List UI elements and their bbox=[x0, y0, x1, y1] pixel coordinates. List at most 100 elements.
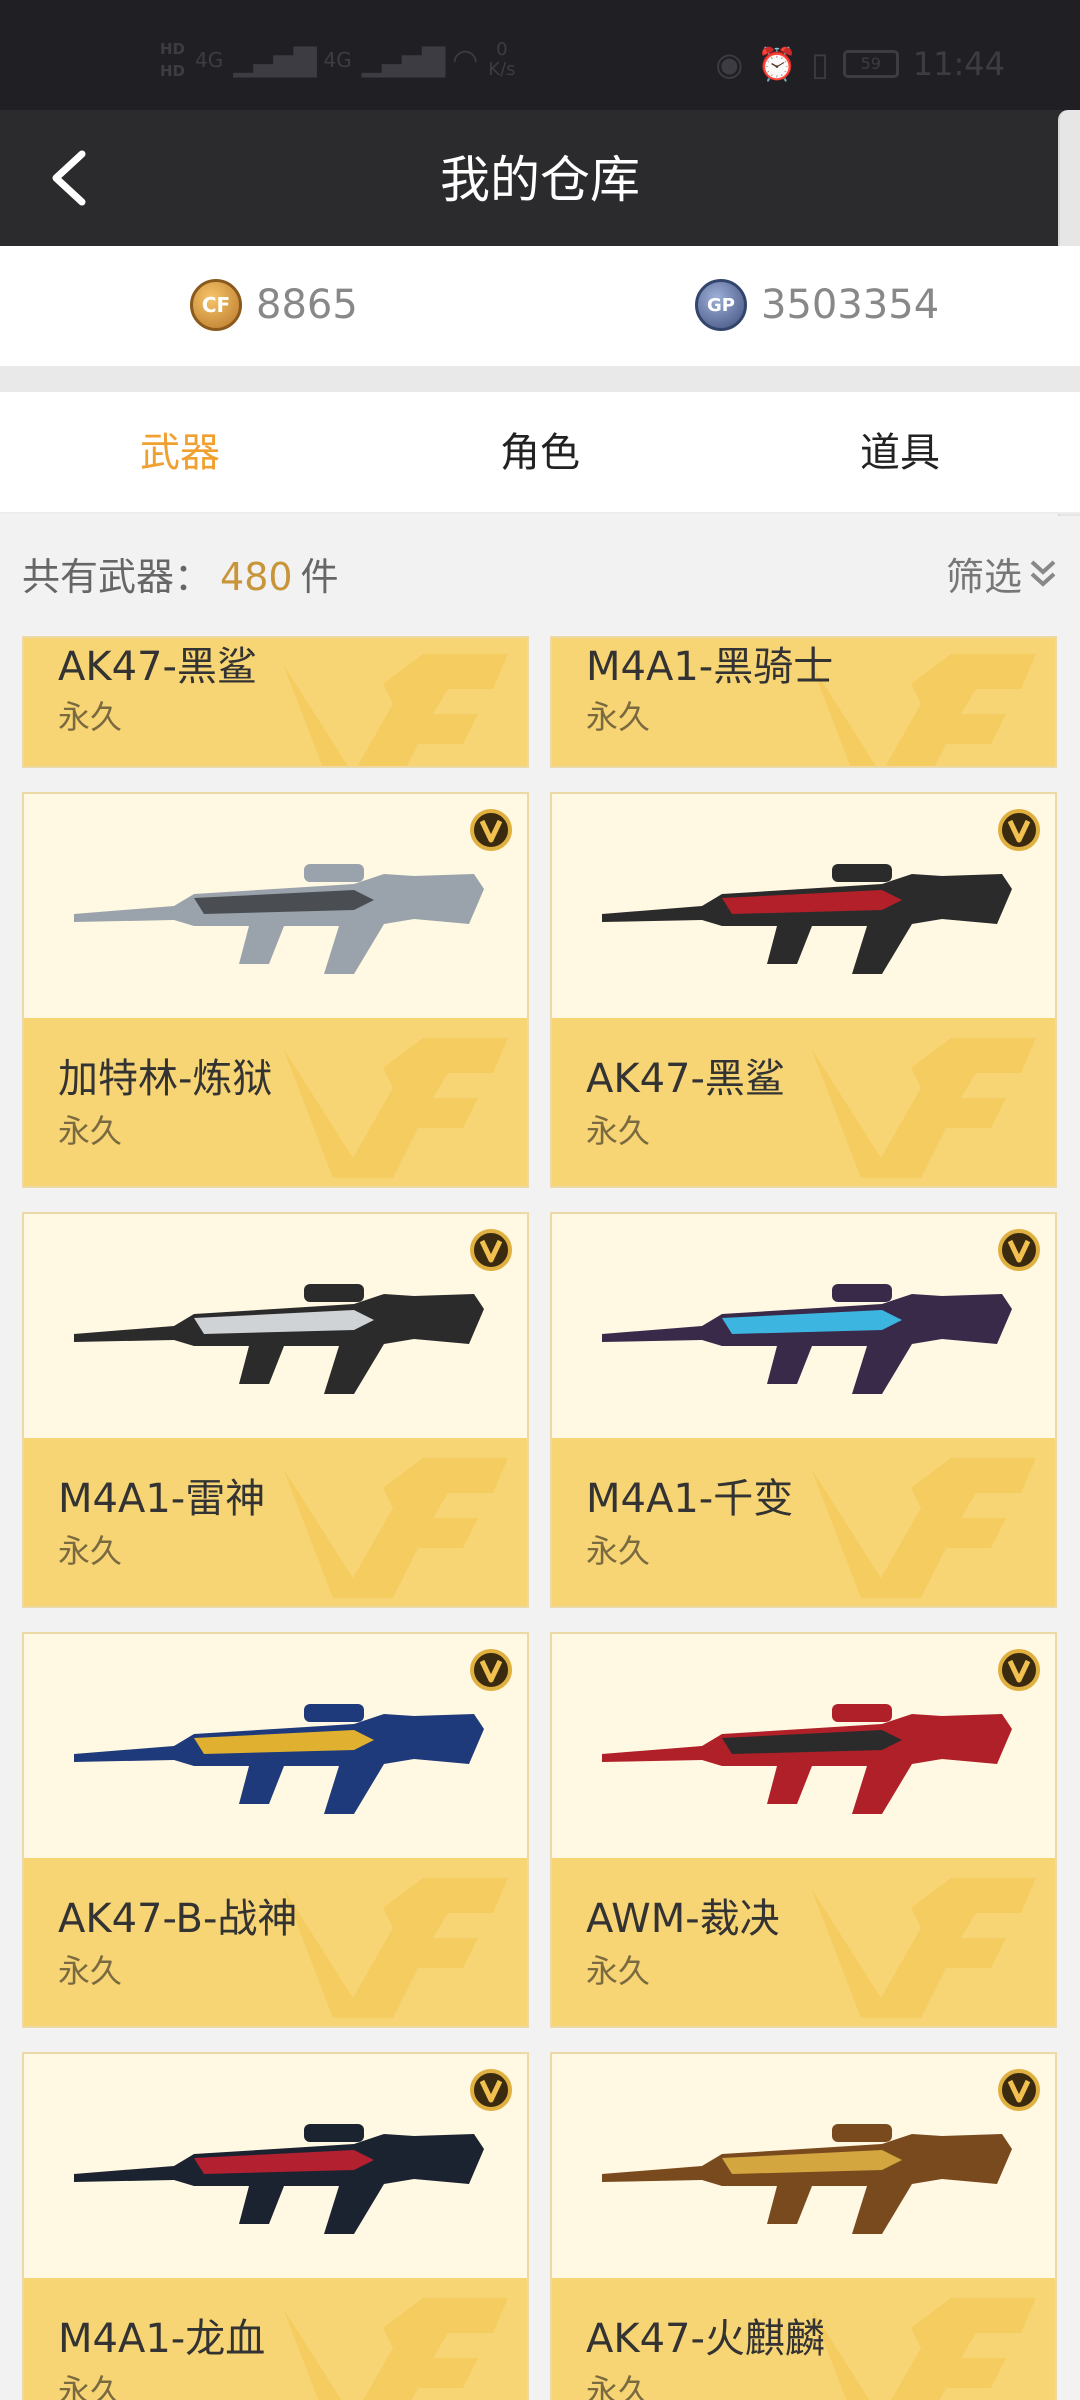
card-image-area bbox=[552, 2054, 1055, 2282]
weapon-name: AK47-B-战神 bbox=[58, 1896, 298, 1942]
card-info: M4A1-千变 永久 bbox=[552, 1438, 1055, 1606]
weapon-card[interactable]: AK47-B-战神永久 bbox=[22, 1632, 529, 2028]
card-info: M4A1-雷神永久 bbox=[24, 1438, 527, 1606]
card-info: M4A1-黑骑士永久 bbox=[552, 638, 1055, 766]
weapon-duration: 永久 bbox=[58, 1532, 123, 1570]
cf-watermark-icon bbox=[811, 654, 1036, 766]
divider-band bbox=[0, 366, 1080, 392]
network-speed: 0 K/s bbox=[488, 40, 515, 80]
weapon-duration: 永久 bbox=[586, 698, 651, 736]
card-image-area bbox=[552, 794, 1055, 1022]
weapon-name: M4A1-黑骑士 bbox=[586, 644, 834, 690]
app-header: 我的仓库 bbox=[0, 110, 1080, 246]
vip-badge-icon bbox=[470, 2069, 512, 2111]
card-image-area bbox=[24, 2054, 527, 2282]
cf-watermark-icon bbox=[811, 1878, 1036, 2018]
weapon-name: M4A1-龙血 bbox=[58, 2316, 266, 2362]
card-info: AK47-黑鲨永久 bbox=[24, 638, 527, 766]
gp-coin-icon: GP bbox=[695, 279, 747, 331]
cf-watermark-icon bbox=[283, 654, 508, 766]
clock: 11:44 bbox=[912, 45, 1005, 83]
vip-badge-icon bbox=[470, 1229, 512, 1271]
category-tabs: 武器 角色 道具 bbox=[0, 392, 1080, 514]
vip-badge-icon bbox=[998, 2069, 1040, 2111]
vip-badge-icon bbox=[998, 1649, 1040, 1691]
weapon-card[interactable]: AK47-黑鲨永久 bbox=[22, 636, 529, 768]
vip-badge-icon bbox=[998, 809, 1040, 851]
hd-top: HD bbox=[160, 40, 186, 58]
tab-items[interactable]: 道具 bbox=[720, 392, 1080, 512]
network-type-2: 4G bbox=[323, 48, 352, 72]
weapon-image bbox=[74, 2124, 484, 2234]
weapon-name: AK47-火麒麟 bbox=[586, 2316, 825, 2362]
cf-watermark-icon bbox=[811, 1038, 1036, 1178]
vip-badge-icon bbox=[470, 809, 512, 851]
double-chevron-down-icon bbox=[1030, 560, 1056, 587]
weapon-duration: 永久 bbox=[586, 1952, 651, 1990]
weapon-image bbox=[602, 2124, 1012, 2234]
weapon-card[interactable]: AWM-裁决永久 bbox=[550, 1632, 1057, 2028]
vip-badge-icon bbox=[470, 1649, 512, 1691]
battery-icon: 59 bbox=[842, 50, 899, 78]
weapon-name: AWM-裁决 bbox=[586, 1896, 780, 1942]
weapon-duration: 永久 bbox=[58, 1952, 123, 1990]
coin-value: 8865 bbox=[256, 282, 358, 328]
count-row: 共有武器： 480 件 筛选 bbox=[0, 516, 1080, 626]
signal-icon-2: ▁▃▅▇ bbox=[361, 42, 445, 78]
weapon-duration: 永久 bbox=[58, 2372, 123, 2400]
cf-watermark-icon bbox=[283, 1458, 508, 1598]
cf-watermark-icon bbox=[283, 1038, 508, 1178]
weapon-card[interactable]: M4A1-黑骑士永久 bbox=[550, 636, 1057, 768]
weapon-name: M4A1-千变 bbox=[586, 1476, 794, 1522]
weapon-duration: 永久 bbox=[58, 698, 123, 736]
wifi-icon: ◠ bbox=[452, 42, 479, 78]
signal-icon: ▁▃▅▇ bbox=[233, 42, 316, 78]
card-info: AK47-火麒麟永久 bbox=[552, 2278, 1055, 2400]
cf-coin-icon: CF bbox=[190, 279, 242, 331]
alarm-icon: ⏰ bbox=[757, 45, 798, 83]
speed-unit: K/s bbox=[488, 59, 516, 80]
count-unit: 件 bbox=[300, 555, 339, 599]
weapon-image bbox=[74, 1284, 484, 1394]
weapon-card[interactable]: AK47-火麒麟永久 bbox=[550, 2052, 1057, 2400]
gp-balance: GP 3503354 bbox=[695, 279, 939, 331]
count-value: 480 bbox=[220, 555, 293, 599]
tab-weapons[interactable]: 武器 bbox=[0, 392, 360, 512]
currency-bar: CF 8865 GP 3503354 bbox=[0, 246, 1080, 366]
weapon-duration: 永久 bbox=[58, 1112, 123, 1150]
eye-icon: ◉ bbox=[715, 45, 744, 83]
weapon-image bbox=[602, 1704, 1012, 1814]
filter-button[interactable]: 筛选 bbox=[946, 546, 1058, 601]
network-type-1: 4G bbox=[195, 48, 224, 72]
card-info: 加特林-炼狱永久 bbox=[24, 1018, 527, 1186]
page-title: 我的仓库 bbox=[440, 151, 640, 209]
status-right: ◉ ⏰ ▯ 59 11:44 bbox=[715, 45, 1005, 83]
tab-characters[interactable]: 角色 bbox=[360, 392, 720, 512]
weapon-duration: 永久 bbox=[586, 2372, 651, 2400]
status-bar: HD HD 4G ▁▃▅▇ 4G ▁▃▅▇ ◠ 0 K/s ◉ ⏰ ▯ 59 1… bbox=[0, 0, 1080, 110]
card-image-area bbox=[24, 1634, 527, 1862]
hd-bottom: HD bbox=[160, 62, 186, 80]
cf-watermark-icon bbox=[811, 2298, 1036, 2400]
weapon-name: AK47-黑鲨 bbox=[586, 1056, 785, 1102]
card-image-area bbox=[24, 794, 527, 1022]
weapon-name: 加特林-炼狱 bbox=[58, 1056, 273, 1102]
weapon-image bbox=[74, 864, 484, 974]
status-left: HD HD 4G ▁▃▅▇ 4G ▁▃▅▇ ◠ 0 K/s bbox=[160, 38, 516, 82]
weapon-card[interactable]: M4A1-雷神永久 bbox=[22, 1212, 529, 1608]
cf-watermark-icon bbox=[811, 1458, 1036, 1598]
weapon-card[interactable]: AK47-黑鲨 永久 bbox=[550, 792, 1057, 1188]
card-info: M4A1-龙血永久 bbox=[24, 2278, 527, 2400]
weapon-count: 共有武器： 480 件 bbox=[22, 546, 339, 601]
weapon-card[interactable]: M4A1-龙血永久 bbox=[22, 2052, 529, 2400]
card-image-area bbox=[552, 1634, 1055, 1862]
cf-watermark-icon bbox=[283, 1878, 508, 2018]
weapon-card[interactable]: 加特林-炼狱永久 bbox=[22, 792, 529, 1188]
weapon-card[interactable]: M4A1-千变 永久 bbox=[550, 1212, 1057, 1608]
weapon-name: AK47-黑鲨 bbox=[58, 644, 257, 690]
hd-indicator: HD HD bbox=[160, 38, 185, 82]
card-info: AWM-裁决永久 bbox=[552, 1858, 1055, 2026]
weapon-grid: AK47-黑鲨 永久 M4A1-黑骑士 永久 加特林-炼狱 永久 AK47-黑鲨 永久 M4A1… bbox=[0, 636, 1080, 2400]
weapon-name: M4A1-雷神 bbox=[58, 1476, 266, 1522]
card-image-area bbox=[552, 1214, 1055, 1442]
